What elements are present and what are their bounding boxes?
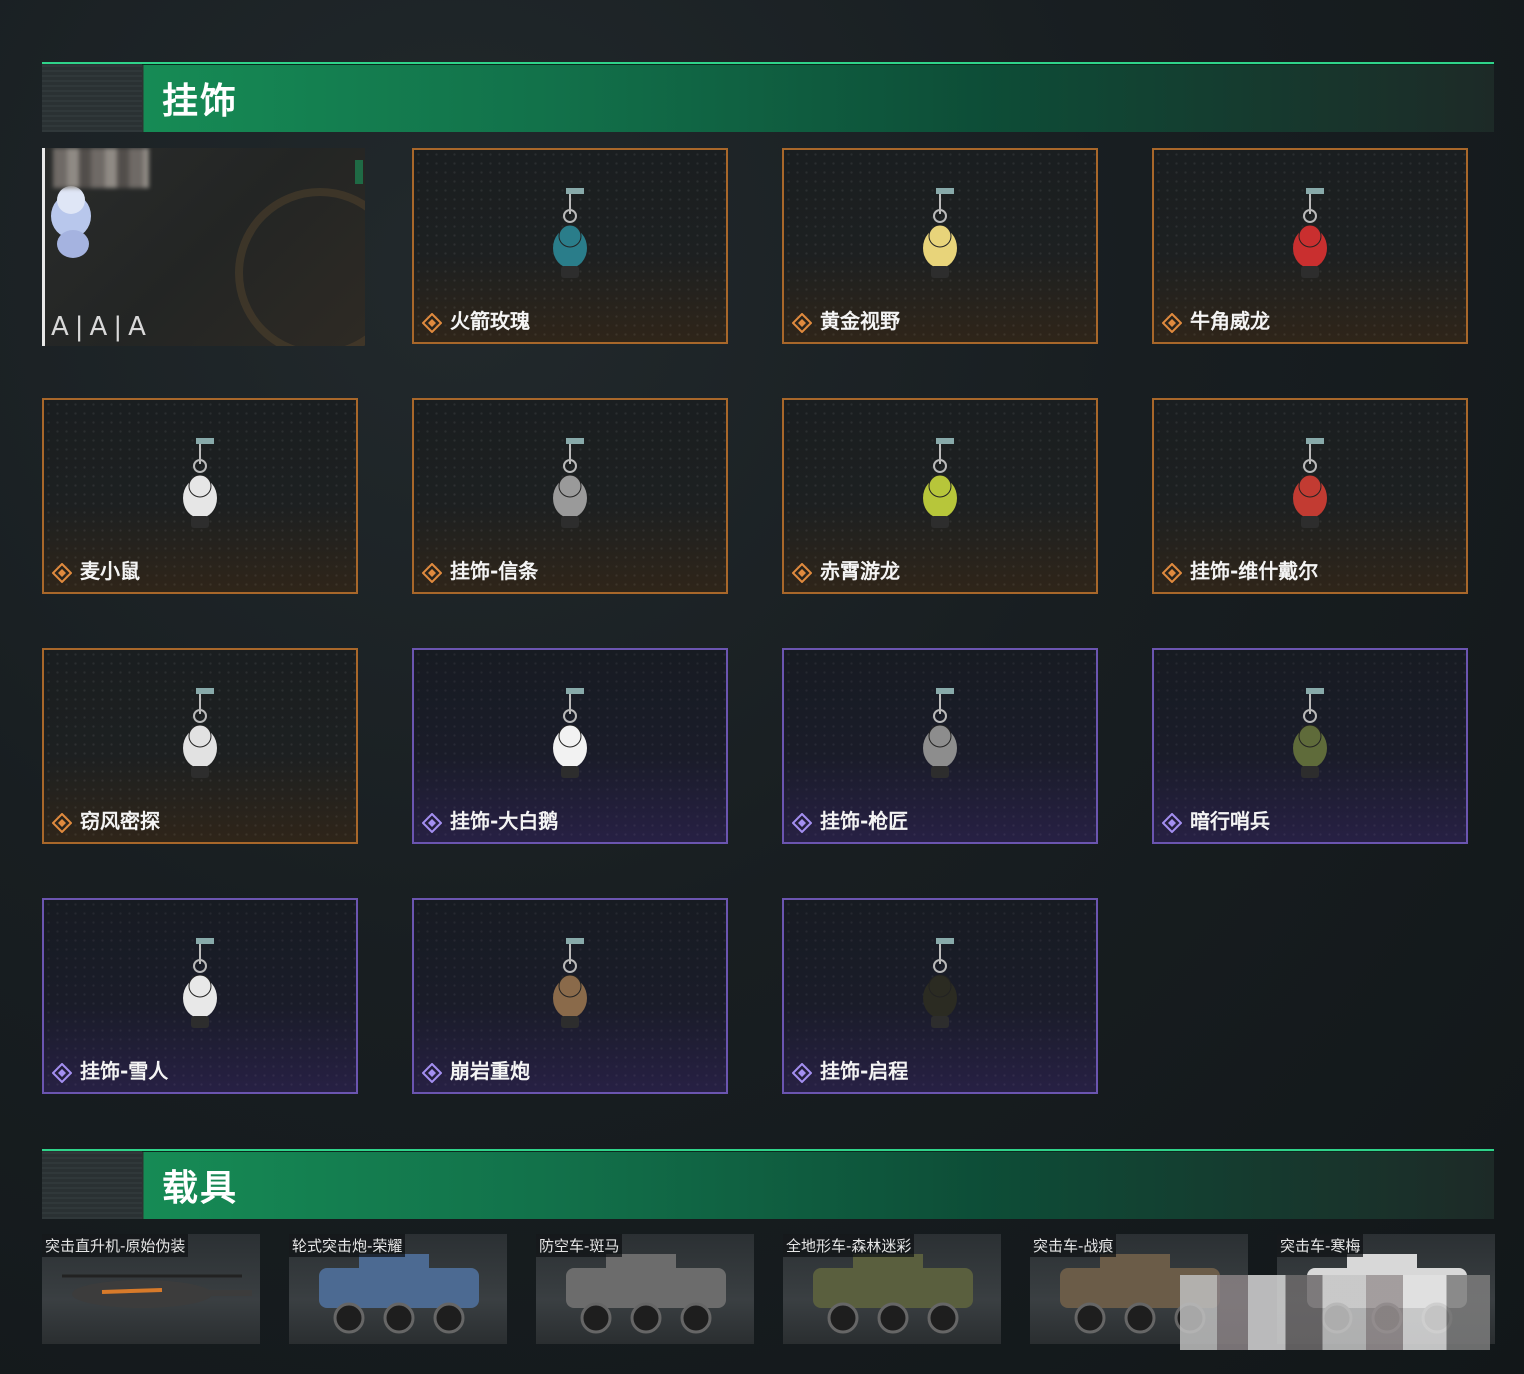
charm-name: 赤霄游龙 — [820, 559, 900, 583]
vehicles-section-title: 载具 — [162, 1168, 239, 1209]
rarity-diamond-icon — [52, 813, 72, 833]
rarity-diamond-icon — [1162, 313, 1182, 333]
rarity-diamond-icon — [792, 563, 812, 583]
charm-card[interactable]: 挂饰-启程 — [782, 898, 1098, 1094]
charm-name: 牛角威龙 — [1190, 309, 1270, 333]
featured-strip — [355, 160, 363, 184]
rarity-diamond-icon — [792, 1063, 812, 1083]
charm-figure-icon — [923, 938, 957, 1028]
rarity-diamond-icon — [422, 1063, 442, 1083]
charm-card[interactable]: 挂饰-维什戴尔 — [1152, 398, 1468, 594]
vehicle-name: 突击车-战痕 — [1030, 1234, 1117, 1257]
charm-name: 挂饰-启程 — [820, 1059, 909, 1083]
charm-card[interactable]: 挂饰-信条 — [412, 398, 728, 594]
charm-figure-icon — [553, 688, 587, 778]
charm-card[interactable]: 暗行哨兵 — [1152, 648, 1468, 844]
charm-name: 挂饰-维什戴尔 — [1190, 559, 1319, 583]
charm-card[interactable]: 挂饰-枪匠 — [782, 648, 1098, 844]
charm-card[interactable]: 黄金视野 — [782, 148, 1098, 344]
charm-card[interactable]: 麦小鼠 — [42, 398, 358, 594]
featured-tag: A|A|A — [51, 312, 152, 342]
charm-figure-icon — [923, 188, 957, 278]
charm-name: 挂饰-信条 — [450, 559, 539, 583]
rarity-diamond-icon — [1162, 563, 1182, 583]
vehicle-card[interactable]: 全地形车-森林迷彩 — [783, 1234, 1001, 1344]
vehicle-card[interactable]: 防空车-斑马 — [536, 1234, 754, 1344]
charm-card[interactable]: 崩岩重炮 — [412, 898, 728, 1094]
charm-figure-icon — [553, 938, 587, 1028]
charm-figure-icon — [553, 438, 587, 528]
charm-name: 挂饰-枪匠 — [820, 809, 909, 833]
vehicle-card[interactable]: 轮式突击炮-荣耀 — [289, 1234, 507, 1344]
charm-card[interactable]: 挂饰-雪人 — [42, 898, 358, 1094]
vehicle-card[interactable]: 突击直升机-原始伪装 — [42, 1234, 260, 1344]
charm-card[interactable]: 赤霄游龙 — [782, 398, 1098, 594]
coin-emblem — [235, 188, 365, 346]
charm-name: 崩岩重炮 — [450, 1059, 530, 1083]
vehicles-section-header: 载具 — [42, 1149, 1494, 1219]
censored-watermark — [1180, 1275, 1490, 1350]
header-notch — [42, 64, 142, 132]
charm-figure-icon — [1293, 188, 1327, 278]
charm-figure-icon — [923, 438, 957, 528]
charms-section-header: 挂饰 — [42, 62, 1494, 132]
charm-name: 麦小鼠 — [80, 559, 140, 583]
vehicle-name: 防空车-斑马 — [536, 1234, 623, 1257]
rarity-diamond-icon — [422, 563, 442, 583]
rarity-diamond-icon — [52, 563, 72, 583]
charm-name: 窃风密探 — [80, 809, 160, 833]
charm-name: 暗行哨兵 — [1190, 809, 1270, 833]
rarity-diamond-icon — [52, 1063, 72, 1083]
charm-card[interactable]: 牛角威龙 — [1152, 148, 1468, 344]
vehicle-name: 轮式突击炮-荣耀 — [289, 1234, 406, 1257]
charm-name: 火箭玫瑰 — [450, 309, 530, 333]
charm-name: 挂饰-大白鹅 — [450, 809, 559, 833]
vehicle-name: 全地形车-森林迷彩 — [783, 1234, 915, 1257]
charm-figure-icon — [183, 438, 217, 528]
rarity-diamond-icon — [422, 313, 442, 333]
rarity-diamond-icon — [792, 313, 812, 333]
charm-name: 黄金视野 — [820, 309, 900, 333]
charm-card[interactable]: 火箭玫瑰 — [412, 148, 728, 344]
charm-name: 挂饰-雪人 — [80, 1059, 169, 1083]
charm-figure-icon — [553, 188, 587, 278]
censored-label — [53, 148, 149, 188]
charm-figure-icon — [1293, 688, 1327, 778]
charm-figure-icon — [923, 688, 957, 778]
header-notch — [42, 1151, 142, 1219]
charm-card[interactable]: 窃风密探 — [42, 648, 358, 844]
rarity-diamond-icon — [1162, 813, 1182, 833]
charm-figure-icon — [1293, 438, 1327, 528]
charm-figure-icon — [183, 938, 217, 1028]
vehicle-name: 突击车-寒梅 — [1277, 1234, 1364, 1257]
vehicle-name: 突击直升机-原始伪装 — [42, 1234, 189, 1257]
rarity-diamond-icon — [422, 813, 442, 833]
charms-section-title: 挂饰 — [162, 81, 239, 122]
rarity-diamond-icon — [792, 813, 812, 833]
featured-charm-card[interactable]: A|A|A — [42, 148, 365, 346]
charm-figure-icon — [183, 688, 217, 778]
charm-card[interactable]: 挂饰-大白鹅 — [412, 648, 728, 844]
